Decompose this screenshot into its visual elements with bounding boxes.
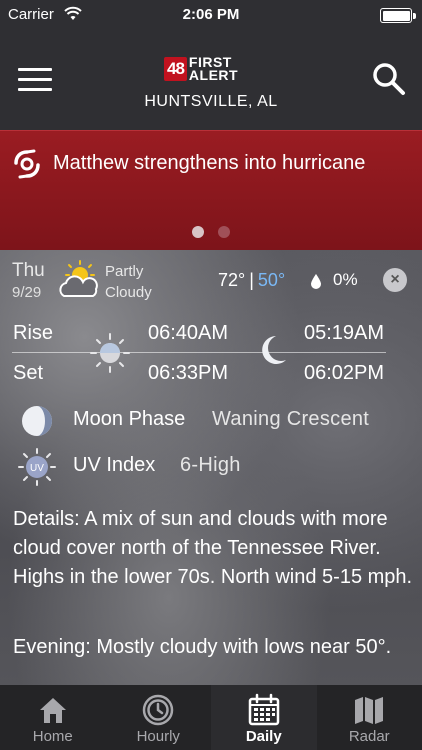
sunset-time: 06:33PM	[148, 362, 229, 384]
location-title[interactable]: HUNTSVILLE, AL	[0, 93, 422, 111]
moonrise-time: 05:19AM	[304, 322, 385, 344]
low-temp: 50°	[257, 270, 286, 290]
bottom-tab-bar: Home Hourly Daily Radar	[0, 685, 422, 750]
hamburger-icon-bar	[18, 78, 52, 81]
alert-headline[interactable]: Matthew strengthens into hurricane	[53, 152, 365, 175]
evening-forecast: Evening: Mostly cloudy with lows near 50…	[13, 636, 392, 658]
page-dot[interactable]	[218, 226, 230, 238]
moonset-time: 06:02PM	[304, 362, 385, 384]
moon-phase-row: Moon Phase Waning Crescent	[0, 400, 422, 440]
hurricane-icon	[14, 149, 40, 179]
page-indicator[interactable]	[0, 225, 422, 243]
raindrop-icon	[311, 274, 321, 289]
moon-phase-label: Moon Phase	[73, 408, 186, 430]
status-time: 2:06 PM	[182, 6, 240, 23]
hamburger-icon-bar	[18, 68, 52, 71]
temp-separator: |	[249, 270, 254, 290]
tab-radar[interactable]: Radar	[317, 685, 422, 750]
moon-phase-value: Waning Crescent	[212, 408, 370, 430]
logo-number: 48	[164, 57, 187, 81]
uv-index-label: UV Index	[73, 454, 156, 476]
menu-button[interactable]	[18, 68, 52, 94]
horizon-divider	[12, 352, 386, 353]
logo-word-alert: ALERT	[188, 67, 239, 83]
uv-icon-text: UV	[30, 463, 44, 474]
condition-text: Partly Cloudy	[105, 261, 152, 303]
map-icon	[355, 697, 384, 724]
sun-icon	[90, 333, 130, 373]
forecast-day-row: Thu 9/29 Partly Cloudy 72° | 50° 0%	[0, 250, 422, 312]
tab-radar-label: Radar	[348, 728, 390, 745]
moon-icon	[262, 336, 286, 364]
tab-home[interactable]: Home	[0, 685, 106, 750]
page-dot-active[interactable]	[192, 226, 204, 238]
sunrise-time: 06:40AM	[148, 322, 229, 344]
partly-cloudy-icon	[59, 260, 98, 297]
news-alert-banner[interactable]: Matthew strengthens into hurricane	[0, 130, 422, 250]
uv-index-icon: UV	[18, 448, 56, 486]
tab-hourly[interactable]: Hourly	[106, 685, 212, 750]
day-name: Thu	[12, 260, 45, 281]
close-button[interactable]: ×	[383, 268, 407, 292]
condition-line-2: Cloudy	[105, 284, 152, 301]
forecast-details: Details: A mix of sun and clouds with mo…	[13, 508, 413, 588]
tab-home-label: Home	[32, 728, 73, 745]
home-icon	[39, 698, 66, 723]
status-bar: Carrier 2:06 PM	[0, 0, 422, 30]
close-icon: ×	[390, 271, 400, 288]
rise-set-block: Rise Set 06:40AM 06:33PM 05:19AM 06:02PM	[0, 316, 422, 396]
moon-phase-icon	[22, 406, 52, 436]
tab-hourly-label: Hourly	[136, 728, 180, 745]
battery-icon	[380, 8, 416, 23]
app-header: 48 FIRST ALERT HUNTSVILLE, AL	[0, 30, 422, 130]
search-icon[interactable]	[372, 62, 406, 96]
day-date: 9/29	[12, 284, 42, 301]
hamburger-icon-bar	[18, 88, 52, 91]
condition-line-1: Partly	[105, 263, 144, 280]
uv-index-row: UV UV Index 6-High	[0, 446, 422, 486]
tab-daily[interactable]: Daily	[211, 685, 317, 750]
rise-label: Rise	[13, 322, 54, 344]
clock-icon	[143, 694, 174, 726]
calendar-icon	[248, 693, 279, 726]
precip-chance: 0%	[333, 270, 358, 289]
temperature-range: 72° | 50°	[218, 270, 285, 291]
high-temp: 72°	[218, 270, 246, 290]
tab-daily-label: Daily	[245, 728, 282, 745]
first-alert-logo: 48 FIRST ALERT	[164, 54, 238, 84]
set-label: Set	[13, 362, 44, 384]
uv-index-value: 6-High	[180, 454, 241, 476]
